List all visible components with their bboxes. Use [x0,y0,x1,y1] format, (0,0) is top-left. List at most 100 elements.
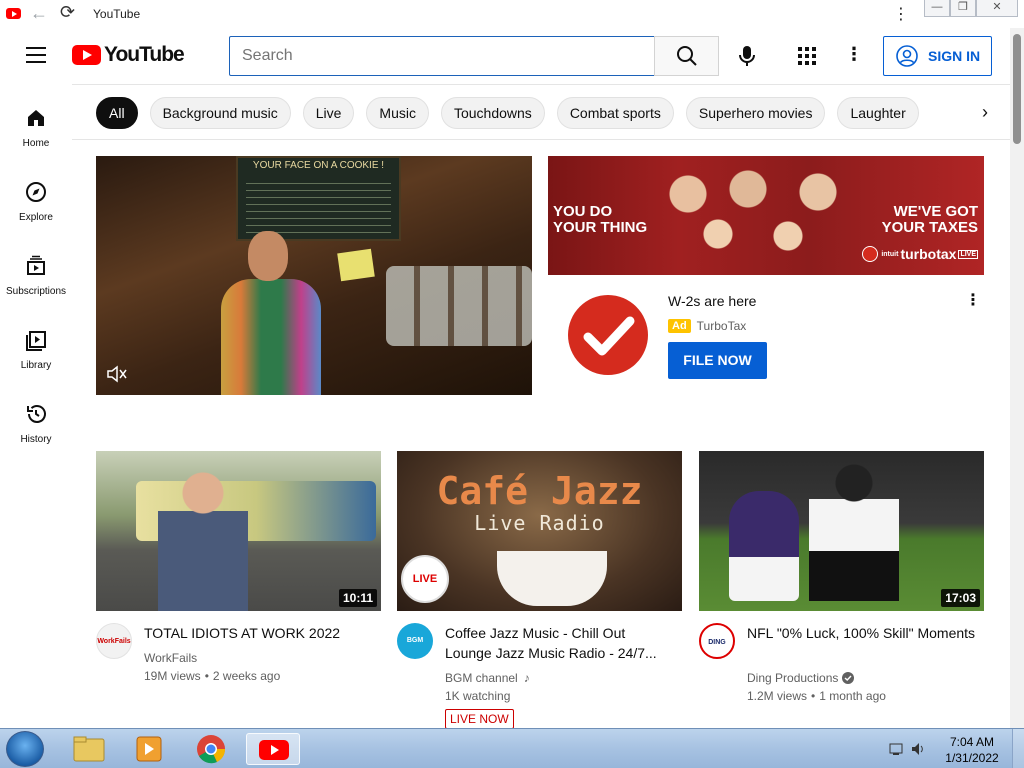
close-button[interactable]: ✕ [976,0,1018,17]
grid-icon [798,47,816,65]
sidebar-item-history[interactable]: History [0,402,72,445]
sidebar-item-label: Subscriptions [5,286,67,297]
channel-name[interactable]: BGM channel ♪ [445,671,530,685]
search-box[interactable] [229,36,655,76]
ad-banner-brand-prefix: intuit [881,250,899,258]
screen: ← ⟳ YouTube ⋮ — ❐ ✕ YouTube ⋮ [0,0,1024,768]
menu-icon[interactable] [26,47,46,63]
sidebar-item-explore[interactable]: Explore [0,180,72,223]
video-thumbnail-1[interactable]: 10:11 [96,451,381,611]
chip-superhero-movies[interactable]: Superhero movies [685,97,826,129]
chip-fade [930,85,1010,139]
scrollbar-thumb[interactable] [1013,34,1021,144]
ad-advertiser-row: Ad TurboTax [668,319,746,333]
channel-name[interactable]: Ding Productions [747,671,855,685]
ad-banner-image[interactable]: YOU DO YOUR THING WE'VE GOT YOUR TAXES i… [548,156,984,275]
music-note-icon: ♪ [523,671,530,685]
show-desktop-button[interactable] [1012,729,1024,768]
folder-icon [73,736,105,762]
chip-all[interactable]: All [96,97,138,129]
promo-sign [337,248,375,282]
media-player-taskbar-button[interactable] [122,733,176,765]
channel-avatar[interactable]: BGM [397,623,433,659]
ad-menu-icon[interactable]: ⋮ [965,290,981,310]
subscriptions-icon [27,255,45,275]
ad-title[interactable]: W-2s are here [668,293,756,309]
channel-avatar[interactable]: DING [699,623,735,659]
view-count: 1K watching [445,689,511,703]
promo-board-text: YOUR FACE ON A COOKIE ! [252,160,385,171]
window-title: YouTube [93,7,141,21]
chip-combat-sports[interactable]: Combat sports [556,97,674,129]
view-count: 19M views [144,669,201,683]
start-button[interactable] [6,731,44,767]
windows-taskbar: 7:04 AM 1/31/2022 [0,728,1024,768]
file-now-button[interactable]: FILE NOW [668,342,767,379]
video-thumbnail-3[interactable]: 17:03 [699,451,984,611]
sidebar-item-subscriptions[interactable]: Subscriptions [0,254,72,297]
sign-in-button[interactable]: SIGN IN [883,36,992,76]
minimize-button[interactable]: — [924,0,950,17]
chip-list: All Background music Live Music Touchdow… [96,97,931,129]
chip-touchdowns[interactable]: Touchdowns [440,97,545,129]
channel-name-text: Ding Productions [747,671,839,685]
page-scrollbar[interactable] [1010,28,1024,728]
turbotax-logo[interactable] [568,295,648,375]
clock-time: 7:04 AM [949,735,995,749]
reload-icon[interactable]: ⟳ [60,2,75,23]
guide-sidebar: Home Explore Subscriptions Library Histo… [0,84,72,728]
video-stats: 1.2M views • 1 month ago [747,689,886,703]
video-thumbnail-2[interactable]: Café Jazz Live Radio LIVE [397,451,682,611]
tray-icons[interactable] [888,741,928,757]
youtube-favicon-icon [6,8,21,19]
youtube-icon [259,740,289,760]
back-arrow-icon[interactable]: ← [30,3,48,24]
browser-menu-icon[interactable]: ⋮ [893,4,909,24]
sidebar-item-label: Home [22,138,50,149]
promo-video-player[interactable]: YOUR FACE ON A COOKIE ! [96,156,532,395]
video-stats: 19M views • 2 weeks ago [144,669,281,683]
compass-icon [26,182,46,202]
video-title[interactable]: NFL "0% Luck, 100% Skill" Moments [747,623,977,643]
channel-name[interactable]: WorkFails [144,651,197,665]
video-stats: 1K watching [445,689,510,703]
ad-banner-brand: intuit turbotax LIVE [862,246,978,262]
chip-live[interactable]: Live [302,97,355,129]
turbotax-check-icon [862,246,879,262]
ad-banner-live: LIVE [958,249,978,259]
thumb-live-logo: LIVE [401,555,449,603]
mute-icon[interactable] [106,364,128,384]
voice-search-button[interactable] [733,42,761,70]
video-title[interactable]: TOTAL IDIOTS AT WORK 2022 [144,623,374,643]
search-button[interactable] [654,36,719,76]
apps-grid-icon[interactable] [797,46,817,66]
sidebar-item-label: Library [20,360,52,371]
chip-music[interactable]: Music [366,97,429,129]
live-now-badge: LIVE NOW [445,709,514,729]
duration-badge: 10:11 [338,589,377,607]
youtube-play-icon [72,45,101,65]
channel-name-text: WorkFails [144,651,198,665]
youtube-taskbar-button[interactable] [246,733,300,765]
video-title[interactable]: Coffee Jazz Music - Chill Out Lounge Jaz… [445,623,675,663]
restore-button[interactable]: ❐ [950,0,976,17]
youtube-logo[interactable]: YouTube [72,43,185,66]
home-icon [28,110,44,126]
system-tray [888,741,928,762]
promo-chalkboard: YOUR FACE ON A COOKIE ! [236,156,401,241]
chip-laughter[interactable]: Laughter [837,97,919,129]
chevron-right-icon[interactable]: › [982,102,988,123]
sidebar-item-home[interactable]: Home [0,106,72,149]
chrome-taskbar-button[interactable] [184,733,238,765]
microphone-icon [739,46,755,66]
ad-advertiser[interactable]: TurboTax [697,319,747,333]
taskbar-clock[interactable]: 7:04 AM 1/31/2022 [940,734,1004,766]
explorer-taskbar-button[interactable] [62,733,116,765]
settings-menu-icon[interactable]: ⋮ [845,44,863,65]
channel-avatar[interactable]: WorkFails [96,623,132,659]
sidebar-item-library[interactable]: Library [0,328,72,371]
search-input[interactable] [230,37,654,75]
chip-background-music[interactable]: Background music [149,97,291,129]
account-icon [896,45,918,67]
history-icon [27,405,46,423]
